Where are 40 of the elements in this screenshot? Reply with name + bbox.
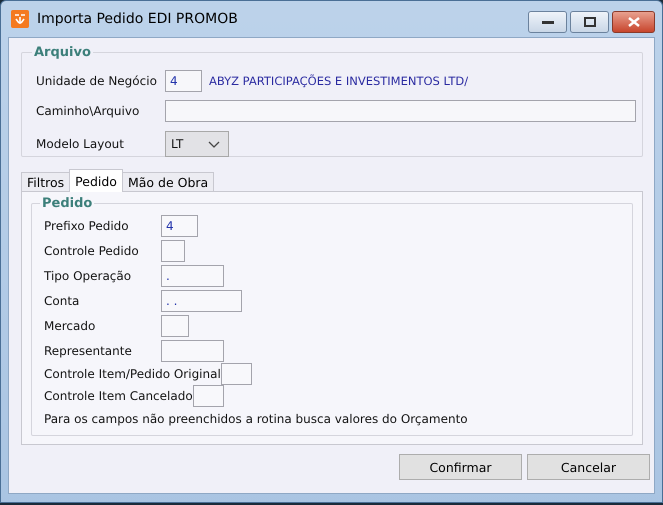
field-label: Prefixo Pedido — [44, 218, 130, 232]
input-field[interactable] — [161, 340, 224, 362]
maximize-button[interactable] — [570, 11, 609, 33]
field-label: Unidade de Negócio — [36, 74, 158, 88]
tab[interactable]: Mão de Obra — [122, 172, 214, 192]
input-field[interactable] — [161, 314, 189, 336]
tab[interactable]: Filtros — [21, 172, 70, 192]
field-label: Caminho\Arquivo — [36, 104, 140, 118]
field-label: Controle Item Cancelado — [44, 389, 193, 403]
field-label: Representante — [44, 344, 133, 358]
minimize-button[interactable] — [528, 11, 567, 33]
info-text: Para os campos não preenchidos a rotina busca valores do Orçamento — [44, 412, 469, 426]
caret-icon — [208, 140, 220, 148]
company-name: ABYZ PARTICIPAÇÕES E INVESTIMENTOS LTD/ — [209, 74, 468, 88]
window-title: Importa Pedido EDI PROMOB — [37, 11, 239, 27]
maximize-icon — [584, 17, 596, 27]
input-field[interactable] — [165, 100, 636, 122]
input-field[interactable] — [192, 385, 224, 407]
minimize-icon — [542, 19, 554, 25]
field-label: Mercado — [44, 318, 96, 332]
input-field[interactable]: 4 — [165, 70, 202, 92]
input-field[interactable] — [161, 240, 185, 262]
field-label: Controle Item/Pedido Original — [44, 367, 221, 381]
close-icon — [628, 17, 640, 27]
field-label: Controle Pedido — [44, 244, 140, 258]
group-title: Pedido — [41, 196, 94, 211]
input-field[interactable]: . . — [161, 290, 242, 312]
input-field[interactable]: . — [161, 264, 224, 286]
field-label: Tipo Operação — [44, 268, 132, 282]
field-label: Conta — [44, 294, 80, 308]
field-label: Modelo Layout — [36, 137, 125, 151]
dialog-button[interactable]: Cancelar — [527, 454, 650, 480]
input-field[interactable]: 4 — [161, 214, 198, 236]
layout-dropdown[interactable]: LT — [165, 131, 229, 157]
tab[interactable]: Pedido — [69, 169, 123, 192]
group-title: Arquivo — [33, 45, 92, 60]
app-icon — [11, 10, 29, 28]
input-field[interactable] — [220, 363, 252, 385]
close-button[interactable] — [612, 11, 655, 33]
dialog-button[interactable]: Confirmar — [399, 454, 522, 480]
